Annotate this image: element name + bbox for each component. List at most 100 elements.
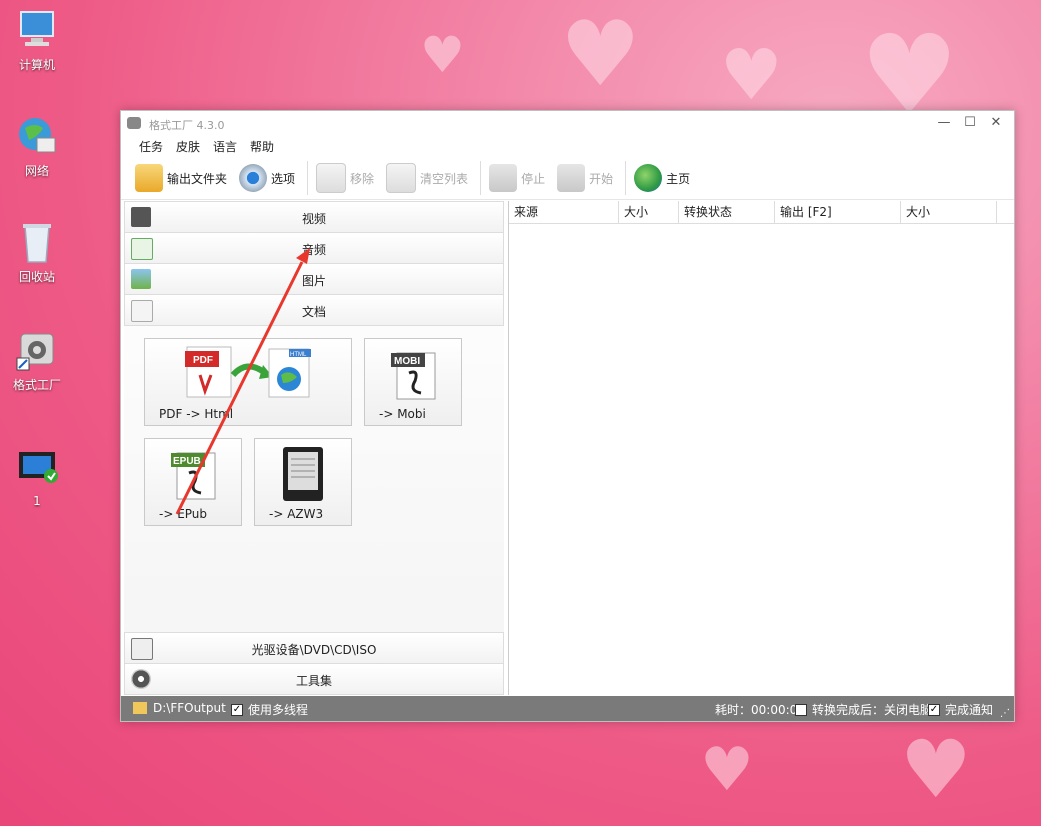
column-output-size[interactable]: 大小	[901, 201, 997, 223]
folder-icon	[135, 164, 163, 192]
category-label: 视频	[301, 212, 326, 226]
clear-list-button[interactable]: 清空列表	[386, 163, 468, 193]
desktop-icon-format-factory[interactable]: 格式工厂	[6, 328, 68, 393]
desktop-icon-label: 1	[33, 494, 41, 508]
elapsed-label: 耗时：00:00:00	[715, 703, 805, 717]
minimize-icon[interactable]: —	[936, 116, 952, 130]
options-label: 选项	[271, 171, 296, 186]
category-image[interactable]: 图片	[124, 263, 504, 294]
shutdown-label: 转换完成后：关闭电脑	[812, 703, 933, 717]
tile-label: -> AZW3	[269, 507, 324, 521]
category-label: 工具集	[295, 674, 332, 688]
computer-icon	[15, 8, 59, 52]
menu-skin[interactable]: 皮肤	[176, 137, 206, 157]
notify-option[interactable]: ✓ 完成通知	[928, 701, 993, 718]
toolbar-divider	[307, 161, 309, 195]
network-globe-icon	[15, 114, 59, 158]
category-tools[interactable]: 工具集	[124, 663, 504, 695]
status-bar: D:\FFOutput ✓ 使用多线程 耗时：00:00:00 转换完成后：关闭…	[121, 696, 1014, 721]
shutdown-option[interactable]: 转换完成后：关闭电脑	[795, 701, 932, 718]
menu-language[interactable]: 语言	[213, 137, 243, 157]
output-folder-label: 输出文件夹	[167, 171, 228, 186]
output-path[interactable]: D:\FFOutput	[133, 701, 226, 715]
category-label: 音频	[301, 243, 326, 257]
video-file-icon	[15, 446, 59, 490]
desktop-icon-label: 计算机	[18, 58, 55, 72]
multithread-checkbox[interactable]: ✓	[231, 703, 243, 716]
tile-to-azw3[interactable]: -> AZW3	[254, 438, 352, 526]
start-icon	[557, 164, 586, 192]
category-audio[interactable]: 音频	[124, 232, 504, 263]
category-panel: 视频 音频 图片 文档 PDF HTML PDF -> Html MOBI ->…	[124, 201, 504, 695]
desktop-icon-video-1[interactable]: 1	[6, 446, 68, 508]
folder-icon	[133, 702, 147, 714]
app-icon	[127, 117, 141, 129]
output-path-text: D:\FFOutput	[153, 701, 226, 715]
epub-badge: EPUB	[173, 456, 201, 467]
close-icon[interactable]: ✕	[988, 116, 1004, 130]
remove-label: 移除	[350, 171, 375, 186]
toolbar-divider	[480, 161, 482, 195]
remove-button[interactable]: 移除	[316, 163, 374, 193]
epub-book-icon: EPUB	[171, 452, 216, 500]
multithread-label: 使用多线程	[248, 703, 309, 717]
elapsed-time: 耗时：00:00:00	[715, 701, 805, 718]
maximize-icon[interactable]: ☐	[962, 116, 978, 130]
notify-checkbox[interactable]: ✓	[928, 703, 940, 716]
category-label: 图片	[301, 274, 326, 288]
menu-help[interactable]: 帮助	[250, 137, 280, 157]
stop-button[interactable]: 停止	[489, 164, 545, 192]
toolbar: 输出文件夹 选项 移除 清空列表 停止 开始 主页	[121, 157, 1014, 200]
column-status[interactable]: 转换状态	[679, 201, 775, 223]
task-list-header: 来源 大小 转换状态 输出 [F2] 大小	[509, 201, 1014, 224]
category-video[interactable]: 视频	[124, 201, 504, 232]
column-source[interactable]: 来源	[509, 201, 619, 223]
column-size[interactable]: 大小	[619, 201, 679, 223]
tile-to-epub[interactable]: EPUB -> EPub	[144, 438, 242, 526]
notify-label: 完成通知	[945, 703, 994, 717]
bottom-categories: 光驱设备\DVD\CD\ISO 工具集	[124, 632, 504, 695]
desktop-icon-recycle-bin[interactable]: 回收站	[6, 220, 68, 285]
window-title: 格式工厂 4.3.0	[149, 119, 225, 132]
pdf-badge: PDF	[193, 355, 213, 366]
tile-label: -> Mobi	[379, 407, 426, 421]
category-optical-drive[interactable]: 光驱设备\DVD\CD\ISO	[124, 632, 504, 663]
multithread-option[interactable]: ✓ 使用多线程	[231, 701, 308, 718]
tile-pdf-to-html[interactable]: PDF HTML PDF -> Html	[144, 338, 352, 426]
desktop-icon-computer[interactable]: 计算机	[6, 8, 68, 73]
category-label: 光驱设备\DVD\CD\ISO	[251, 643, 377, 657]
kindle-device-icon	[283, 447, 323, 501]
column-output[interactable]: 输出 [F2]	[775, 201, 901, 223]
category-label: 文档	[301, 305, 326, 319]
stop-icon	[489, 164, 518, 192]
home-button[interactable]: 主页	[634, 164, 690, 192]
stop-label: 停止	[521, 171, 546, 186]
resize-grip-icon[interactable]: ⋰	[1000, 708, 1010, 719]
category-document[interactable]: 文档	[124, 294, 504, 326]
tile-label: -> EPub	[159, 507, 208, 521]
desktop-icon-label: 网络	[24, 164, 49, 178]
options-gear-icon	[239, 164, 268, 192]
remove-icon	[316, 163, 347, 193]
desktop-icon-network[interactable]: 网络	[6, 114, 68, 179]
toolbar-divider	[625, 161, 627, 195]
format-factory-window: 格式工厂 4.3.0 — ☐ ✕ 任务 皮肤 语言 帮助 输出文件夹 选项 移除…	[120, 110, 1015, 722]
tile-to-mobi[interactable]: MOBI -> Mobi	[364, 338, 462, 426]
mobi-badge: MOBI	[394, 356, 420, 367]
pdf-to-html-icon: PDF HTML	[185, 346, 311, 398]
shutdown-checkbox[interactable]	[795, 703, 807, 716]
menu-task[interactable]: 任务	[139, 137, 169, 157]
output-folder-button[interactable]: 输出文件夹	[135, 164, 227, 192]
desktop-icon-label: 格式工厂	[12, 378, 61, 392]
desktop-icon-label: 回收站	[18, 270, 55, 284]
clear-list-icon	[386, 163, 417, 193]
options-button[interactable]: 选项	[239, 164, 295, 192]
format-factory-icon	[15, 328, 59, 372]
menu-bar: 任务 皮肤 语言 帮助	[121, 137, 1014, 157]
tile-label: PDF -> Html	[159, 407, 234, 421]
start-button[interactable]: 开始	[557, 164, 613, 192]
recycle-bin-icon	[15, 220, 59, 264]
mobi-book-icon: MOBI	[391, 352, 436, 400]
task-list[interactable]: 来源 大小 转换状态 输出 [F2] 大小	[508, 201, 1014, 695]
html-badge: HTML	[290, 352, 307, 358]
